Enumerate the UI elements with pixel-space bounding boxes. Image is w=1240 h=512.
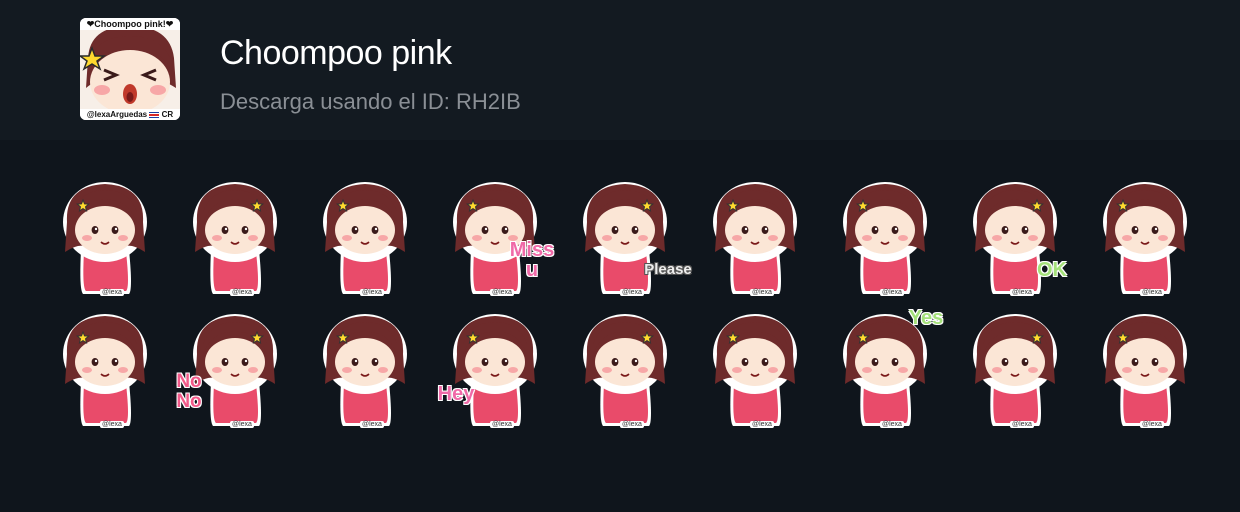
sticker-image bbox=[453, 314, 537, 426]
sticker-worried[interactable]: @lexa bbox=[1080, 170, 1210, 302]
sticker-caption: Please bbox=[644, 261, 692, 278]
sticker-image bbox=[63, 182, 147, 294]
sticker-ok[interactable]: OK @lexa bbox=[950, 170, 1080, 302]
sticker-image bbox=[1103, 182, 1187, 294]
sticker-watermark: @lexa bbox=[100, 421, 124, 428]
sticker-caption: OK bbox=[1037, 259, 1067, 281]
sticker-image bbox=[63, 314, 147, 426]
sticker-image bbox=[453, 182, 537, 294]
sticker-no-no[interactable]: No No @lexa bbox=[170, 302, 300, 434]
sticker-watermark: @lexa bbox=[1010, 421, 1034, 428]
sticker-watermark: @lexa bbox=[620, 289, 644, 296]
sticker-grid: @lexa @lexa @lexa Miss u @lexa Please @lexa @le… bbox=[40, 170, 1210, 434]
sticker-watermark: @lexa bbox=[230, 289, 254, 296]
sticker-watermark: @lexa bbox=[620, 421, 644, 428]
sticker-watermark: @lexa bbox=[360, 289, 384, 296]
sticker-watermark: @lexa bbox=[1140, 289, 1164, 296]
sticker-image bbox=[973, 314, 1057, 426]
sticker-hey[interactable]: Hey @lexa bbox=[430, 302, 560, 434]
sticker-image bbox=[583, 182, 667, 294]
sticker-caption: No No bbox=[176, 371, 202, 412]
sticker-row: @lexa No No @lexa @lexa Hey @lexa @lexa @lexa Ye… bbox=[40, 302, 1210, 434]
sticker-watermark: @lexa bbox=[880, 289, 904, 296]
sticker-image bbox=[713, 182, 797, 294]
sticker-watermark: @lexa bbox=[360, 421, 384, 428]
sticker-image bbox=[193, 314, 277, 426]
sticker-sitting-pout[interactable]: @lexa bbox=[300, 170, 430, 302]
sticker-watermark: @lexa bbox=[1010, 289, 1034, 296]
sticker-image bbox=[713, 314, 797, 426]
sticker-thinking[interactable]: @lexa bbox=[560, 302, 690, 434]
sticker-watermark: @lexa bbox=[1140, 421, 1164, 428]
sticker-yes-wink[interactable]: Yes @lexa bbox=[820, 302, 950, 434]
sticker-arms-crossed-kiss[interactable]: @lexa bbox=[170, 170, 300, 302]
sticker-caption: Miss u bbox=[509, 239, 555, 281]
sticker-watermark: @lexa bbox=[490, 289, 514, 296]
sticker-eating[interactable]: @lexa bbox=[820, 170, 950, 302]
sticker-image bbox=[323, 314, 407, 426]
sticker-caption: Yes bbox=[908, 307, 944, 329]
sticker-annoyed[interactable]: @lexa bbox=[690, 302, 820, 434]
sticker-image bbox=[1103, 314, 1187, 426]
sticker-image bbox=[193, 182, 277, 294]
sticker-happy-cry[interactable]: @lexa bbox=[1080, 302, 1210, 434]
sticker-image bbox=[583, 314, 667, 426]
sticker-watermark: @lexa bbox=[880, 421, 904, 428]
sticker-image bbox=[843, 182, 927, 294]
pack-download-id: Descarga usando el ID: RH2IB bbox=[220, 89, 521, 114]
sticker-image bbox=[323, 182, 407, 294]
sticker-row: @lexa @lexa @lexa Miss u @lexa Please @lexa @le… bbox=[40, 170, 1210, 302]
sticker-please[interactable]: Please @lexa bbox=[560, 170, 692, 302]
sticker-watermark: @lexa bbox=[750, 289, 774, 296]
icon-top-text: ❤Choompoo pink!❤ bbox=[86, 19, 174, 29]
sticker-pack-header: ❤Choompoo pink!❤ @lexaArguedas CR Choomp… bbox=[0, 0, 1240, 140]
sticker-miss-you[interactable]: Miss u @lexa bbox=[430, 170, 560, 302]
sticker-watermark: @lexa bbox=[100, 289, 124, 296]
icon-bottom-text: @lexaArguedas CR bbox=[86, 110, 174, 119]
sticker-watermark: @lexa bbox=[750, 421, 774, 428]
sticker-caption: Hey bbox=[437, 383, 475, 405]
sticker-crying-hug[interactable]: @lexa bbox=[40, 170, 170, 302]
sticker-pack-icon: ❤Choompoo pink!❤ @lexaArguedas CR bbox=[80, 18, 180, 120]
sticker-laughing[interactable]: @lexa bbox=[950, 302, 1080, 434]
pack-title: Choompoo pink bbox=[220, 34, 452, 72]
sticker-watermark: @lexa bbox=[230, 421, 254, 428]
sticker-watermark: @lexa bbox=[490, 421, 514, 428]
sticker-standing-pout[interactable]: @lexa bbox=[690, 170, 820, 302]
costa-rica-flag-icon bbox=[149, 111, 160, 118]
sticker-shy-hands[interactable]: @lexa bbox=[300, 302, 430, 434]
sticker-sad[interactable]: @lexa bbox=[40, 302, 170, 434]
